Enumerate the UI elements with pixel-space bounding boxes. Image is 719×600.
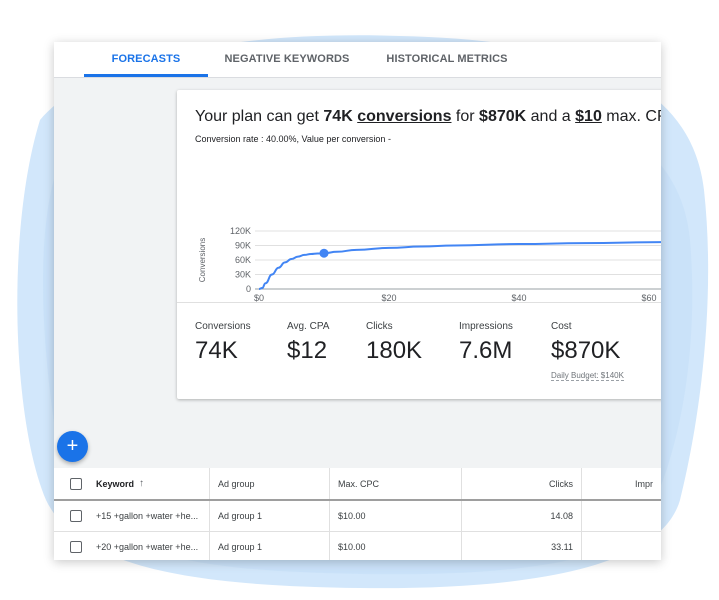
headline-cost: $870K <box>479 108 527 125</box>
headline-max-cpc-link[interactable]: $10 <box>575 108 602 125</box>
add-keyword-button[interactable]: + <box>57 431 88 462</box>
metric-avg-cpa: Avg. CPA $12 <box>287 321 330 364</box>
daily-budget-link[interactable]: Daily Budget: $140K <box>551 371 624 381</box>
arrow-up-icon: ↑ <box>139 478 145 489</box>
y-tick-label: 90K <box>235 241 251 251</box>
row-checkbox[interactable] <box>70 510 82 522</box>
table-row[interactable]: +15 +gallon +water +he... Ad group 1 $10… <box>54 501 661 532</box>
keyword-table: Keyword ↑ Ad group Max. CPC Clicks Impr +… <box>54 468 661 560</box>
tab-negative-keywords[interactable]: NEGATIVE KEYWORDS <box>222 42 352 77</box>
impressions-cell <box>581 501 661 531</box>
metric-conversions: Conversions 74K <box>195 321 251 364</box>
forecast-card: Your plan can get 74K conversions for $8… <box>177 90 661 399</box>
metric-clicks: Clicks 180K <box>366 321 423 364</box>
y-tick-label: 60K <box>235 255 251 265</box>
keyword-cell: +20 +gallon +water +he... <box>96 542 199 552</box>
headline-conversions: 74K <box>323 108 353 125</box>
forecast-headline: Your plan can get 74K conversions for $8… <box>195 108 661 126</box>
conversions-line <box>258 241 661 290</box>
card-divider <box>177 302 661 303</box>
column-header-max-cpc[interactable]: Max. CPC <box>329 468 461 499</box>
tab-forecasts[interactable]: FORECASTS <box>84 42 208 77</box>
active-tab-indicator <box>84 74 208 77</box>
tab-bar: FORECASTS NEGATIVE KEYWORDS HISTORICAL M… <box>54 42 661 78</box>
row-checkbox[interactable] <box>70 541 82 553</box>
column-header-impressions[interactable]: Impr <box>581 468 661 499</box>
conversions-chart[interactable]: 030K60K90K120K$0$20$40$60ConversionsMax.… <box>177 164 661 304</box>
ad-group-cell: Ad group 1 <box>209 532 329 560</box>
metric-cost: Cost $870K Daily Budget: $140K <box>551 321 624 381</box>
table-header-row: Keyword ↑ Ad group Max. CPC Clicks Impr <box>54 468 661 501</box>
max-cpc-cell[interactable]: $10.00 <box>329 532 461 560</box>
select-all-checkbox[interactable] <box>70 477 82 490</box>
conversion-rate-text: Conversion rate : 40.00%, Value per conv… <box>195 134 391 144</box>
clicks-cell: 14.08 <box>461 501 581 531</box>
forecast-panel: FORECASTS NEGATIVE KEYWORDS HISTORICAL M… <box>54 42 661 560</box>
impressions-cell <box>581 532 661 560</box>
column-header-ad-group[interactable]: Ad group <box>209 468 329 499</box>
y-tick-label: 120K <box>230 226 251 236</box>
metric-impressions: Impressions 7.6M <box>459 321 513 364</box>
column-header-clicks[interactable]: Clicks <box>461 468 581 499</box>
tab-historical-metrics[interactable]: HISTORICAL METRICS <box>378 42 516 77</box>
max-cpc-cell[interactable]: $10.00 <box>329 501 461 531</box>
table-row[interactable]: +20 +gallon +water +he... Ad group 1 $10… <box>54 532 661 560</box>
y-tick-label: 30K <box>235 270 251 280</box>
y-axis-label: Conversions <box>198 238 207 282</box>
y-tick-label: 0 <box>246 284 251 294</box>
column-header-keyword[interactable]: Keyword ↑ <box>88 468 208 499</box>
keyword-cell: +15 +gallon +water +he... <box>96 511 199 521</box>
current-bid-point <box>319 248 329 258</box>
headline-conversions-link[interactable]: conversions <box>357 108 451 125</box>
clicks-cell: 33.11 <box>461 532 581 560</box>
ad-group-cell: Ad group 1 <box>209 501 329 531</box>
